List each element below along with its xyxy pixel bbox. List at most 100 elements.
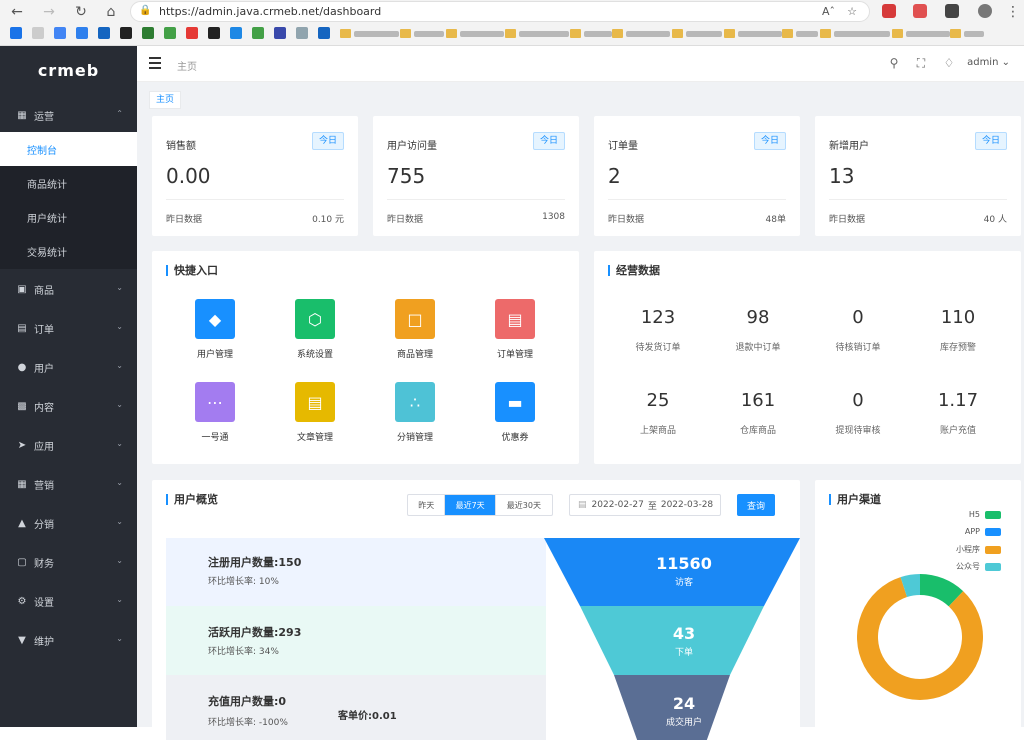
bookmark-icon[interactable] bbox=[120, 27, 132, 39]
bookmark-icon[interactable] bbox=[164, 27, 176, 39]
legend-mini-program[interactable]: 小程序 bbox=[956, 544, 1001, 555]
bell-icon[interactable]: ♢ bbox=[942, 56, 956, 70]
menu-users[interactable]: ● 用户 ⌄ bbox=[0, 348, 137, 386]
quick-product-manage[interactable]: □ 商品管理 bbox=[385, 299, 445, 360]
date-range-picker[interactable]: ▤ 2022-02-27 至 2022-03-28 bbox=[569, 494, 721, 516]
bookmark-folder[interactable] bbox=[400, 28, 444, 39]
bookmark-folder[interactable] bbox=[612, 28, 670, 39]
op-stat-on-sale[interactable]: 25 上架商品 bbox=[618, 390, 698, 436]
op-stat-stock-warning[interactable]: 110 库存预警 bbox=[918, 307, 998, 353]
menu-orders[interactable]: ▤ 订单 ⌄ bbox=[0, 309, 137, 347]
quick-coupons[interactable]: ▬ 优惠券 bbox=[485, 382, 545, 443]
bookmark-icon[interactable] bbox=[274, 27, 286, 39]
quick-order-manage[interactable]: ▤ 订单管理 bbox=[485, 299, 545, 360]
bookmark-icon[interactable] bbox=[208, 27, 220, 39]
favorite-icon[interactable]: ☆ bbox=[847, 5, 857, 18]
query-button[interactable]: 查询 bbox=[737, 494, 775, 516]
bookmark-icon[interactable] bbox=[54, 27, 66, 39]
bookmark-icon[interactable] bbox=[296, 27, 308, 39]
reload-icon[interactable]: ↻ bbox=[72, 3, 90, 21]
bookmark-folder[interactable] bbox=[505, 28, 569, 39]
bookmark-icon[interactable] bbox=[10, 27, 22, 39]
submenu-trade-stats[interactable]: 交易统计 bbox=[0, 234, 137, 269]
app-logo[interactable]: crmeb bbox=[0, 46, 137, 96]
menu-finance[interactable]: ▢ 财务 ⌄ bbox=[0, 543, 137, 581]
menu-marketing[interactable]: ▦ 营销 ⌄ bbox=[0, 465, 137, 503]
submenu-dashboard[interactable]: 控制台 bbox=[0, 132, 137, 167]
home-icon[interactable]: ⌂ bbox=[102, 3, 120, 21]
read-aloud-icon[interactable]: Aˆ bbox=[822, 5, 835, 18]
menu-products[interactable]: ▣ 商品 ⌄ bbox=[0, 270, 137, 308]
range-yesterday[interactable]: 昨天 bbox=[408, 495, 446, 515]
bookmark-folder[interactable] bbox=[446, 28, 504, 39]
menu-maintenance[interactable]: ▼ 维护 ⌄ bbox=[0, 621, 137, 659]
bookmark-icon[interactable] bbox=[252, 27, 264, 39]
op-value: 25 bbox=[646, 390, 670, 411]
legend-h5[interactable]: H5 bbox=[969, 510, 1001, 519]
bookmark-icon[interactable] bbox=[76, 27, 88, 39]
op-stat-withdraw-review[interactable]: 0 提现待审核 bbox=[818, 390, 898, 436]
forward-icon[interactable]: → bbox=[40, 3, 58, 21]
chevron-down-icon: ⌄ bbox=[116, 478, 123, 487]
op-stat-recharge[interactable]: 1.17 账户充值 bbox=[918, 390, 998, 436]
submenu-product-stats[interactable]: 商品统计 bbox=[0, 166, 137, 201]
op-value: 0 bbox=[852, 390, 864, 411]
back-icon[interactable]: ← bbox=[8, 3, 26, 21]
menu-distribution[interactable]: ▲ 分销 ⌄ bbox=[0, 504, 137, 542]
breadcrumb[interactable]: 主页 bbox=[177, 58, 197, 73]
op-stat-refunding[interactable]: 98 退款中订单 bbox=[718, 307, 798, 353]
range-30days[interactable]: 最近30天 bbox=[496, 495, 552, 515]
divider bbox=[387, 199, 565, 200]
bookmark-folder[interactable] bbox=[782, 28, 818, 39]
bookmark-folder[interactable] bbox=[672, 28, 722, 39]
op-stat-pending-verify[interactable]: 0 待核销订单 bbox=[818, 307, 898, 353]
user-menu[interactable]: admin ⌄ bbox=[967, 57, 1010, 68]
date-start: 2022-02-27 bbox=[591, 500, 644, 510]
bookmark-icon[interactable] bbox=[32, 27, 44, 39]
more-icon[interactable]: ⋮ bbox=[1004, 3, 1022, 21]
bookmark-folder[interactable] bbox=[950, 28, 984, 39]
address-bar[interactable]: 🔒 https://admin.java.crmeb.net/dashboard… bbox=[130, 1, 870, 22]
op-stat-pending-ship[interactable]: 123 待发货订单 bbox=[618, 307, 698, 353]
quick-label: 订单管理 bbox=[496, 350, 533, 360]
gear-icon: ⚙ bbox=[17, 595, 27, 607]
submenu-user-stats[interactable]: 用户统计 bbox=[0, 200, 137, 235]
tab-home[interactable]: 主页 bbox=[149, 91, 182, 109]
lock-icon: 🔒 bbox=[139, 5, 152, 16]
chevron-down-icon: ⌄ bbox=[116, 361, 123, 370]
search-icon[interactable]: ⚲ bbox=[887, 56, 901, 70]
bookmark-icon[interactable] bbox=[98, 27, 110, 39]
extension-icon[interactable] bbox=[913, 4, 927, 18]
bookmark-folder[interactable] bbox=[820, 28, 890, 39]
bookmark-icon[interactable] bbox=[230, 27, 242, 39]
quick-system-settings[interactable]: ⬡ 系统设置 bbox=[285, 299, 345, 360]
funnel-label-orders: 43 下单 bbox=[624, 624, 744, 658]
menu-label: 商品 bbox=[34, 285, 54, 297]
bookmark-icon[interactable] bbox=[186, 27, 198, 39]
bookmark-folder[interactable] bbox=[570, 28, 612, 39]
op-stat-warehouse[interactable]: 161 仓库商品 bbox=[718, 390, 798, 436]
bookmark-icon[interactable] bbox=[142, 27, 154, 39]
quick-user-manage[interactable]: ◆ 用户管理 bbox=[185, 299, 245, 360]
extension-icon[interactable] bbox=[945, 4, 959, 18]
today-badge: 今日 bbox=[753, 132, 786, 150]
menu-content[interactable]: ▩ 内容 ⌄ bbox=[0, 387, 137, 425]
donut-slice-小程序[interactable] bbox=[857, 577, 983, 700]
legend-app[interactable]: APP bbox=[965, 527, 1001, 536]
fullscreen-icon[interactable]: ⛶ bbox=[914, 56, 928, 70]
quick-article-manage[interactable]: ▤ 文章管理 bbox=[285, 382, 345, 443]
bookmark-icon[interactable] bbox=[318, 27, 330, 39]
quick-one-pass[interactable]: ⋯ 一号通 bbox=[185, 382, 245, 443]
menu-toggle-icon[interactable] bbox=[149, 57, 161, 69]
menu-apps[interactable]: ➤ 应用 ⌄ bbox=[0, 426, 137, 464]
legend-official-account[interactable]: 公众号 bbox=[956, 561, 1001, 572]
menu-operations[interactable]: ▦ 运营 ⌃ bbox=[0, 96, 137, 134]
bookmark-folder[interactable] bbox=[892, 28, 950, 39]
bookmark-folder[interactable] bbox=[724, 28, 782, 39]
quick-distribution-manage[interactable]: ∴ 分销管理 bbox=[385, 382, 445, 443]
profile-avatar[interactable] bbox=[978, 4, 992, 18]
bookmark-folder[interactable] bbox=[340, 28, 399, 39]
menu-settings[interactable]: ⚙ 设置 ⌄ bbox=[0, 582, 137, 620]
extension-icon[interactable] bbox=[882, 4, 896, 18]
range-7days[interactable]: 最近7天 bbox=[445, 495, 496, 515]
